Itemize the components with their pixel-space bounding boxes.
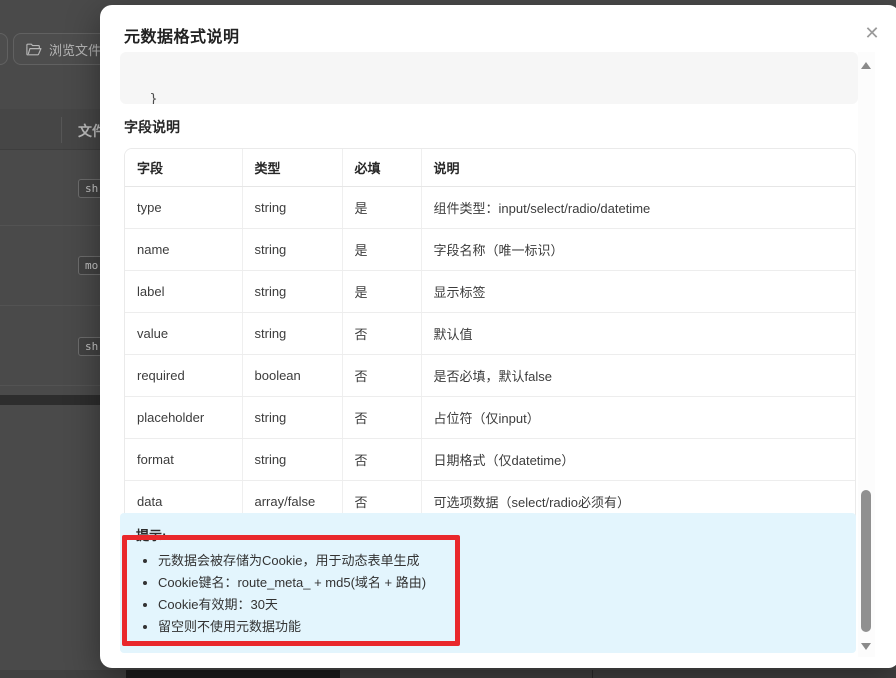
table-cell: string (242, 271, 342, 313)
table-cell: 默认值 (421, 313, 855, 355)
table-cell: 组件类型：input/select/radio/datetime (421, 187, 855, 229)
table-row: placeholderstring否占位符（仅input） (125, 397, 855, 439)
background-row-divider (0, 385, 102, 386)
table-cell: 否 (342, 355, 421, 397)
column-header-type: 类型 (242, 149, 342, 187)
field-spec-table: 字段 类型 必填 说明 typestring是组件类型：input/select… (124, 148, 856, 523)
tip-title: 提示: (136, 525, 840, 544)
tip-item: Cookie键名：route_meta_ + md5(域名 + 路由) (158, 575, 840, 590)
table-cell: placeholder (125, 397, 242, 439)
tip-item: 元数据会被存储为Cookie，用于动态表单生成 (158, 553, 840, 568)
close-button[interactable]: ✕ (858, 19, 886, 47)
table-row: typestring是组件类型：input/select/radio/datet… (125, 187, 855, 229)
table-cell: label (125, 271, 242, 313)
table-cell: 否 (342, 397, 421, 439)
scroll-down-icon[interactable] (861, 643, 871, 650)
scroll-up-icon[interactable] (861, 62, 871, 69)
table-cell: type (125, 187, 242, 229)
table-cell: 是 (342, 271, 421, 313)
table-cell: boolean (242, 355, 342, 397)
background-bottom-bar-divider (592, 670, 593, 678)
table-row: formatstring否日期格式（仅datetime） (125, 439, 855, 481)
table-cell: 是 (342, 229, 421, 271)
table-row: requiredboolean否是否必填，默认false (125, 355, 855, 397)
table-cell: string (242, 439, 342, 481)
table-cell: string (242, 397, 342, 439)
tip-box: 提示: 元数据会被存储为Cookie，用于动态表单生成 Cookie键名：rout… (120, 513, 856, 653)
scrollbar-thumb[interactable] (861, 490, 871, 632)
table-cell: string (242, 187, 342, 229)
table-cell: required (125, 355, 242, 397)
background-row-divider (0, 225, 102, 226)
table-cell: 占位符（仅input） (421, 397, 855, 439)
folder-icon (26, 43, 42, 56)
background-column-divider (61, 117, 62, 143)
code-block: } ] (120, 52, 858, 104)
close-icon: ✕ (864, 23, 879, 43)
background-row-divider (0, 305, 102, 306)
column-header-description: 说明 (421, 149, 855, 187)
spec-table-body: typestring是组件类型：input/select/radio/datet… (125, 187, 855, 523)
code-line: } (134, 90, 844, 104)
table-cell: format (125, 439, 242, 481)
table-cell: 显示标签 (421, 271, 855, 313)
table-cell: name (125, 229, 242, 271)
table-cell: 是否必填，默认false (421, 355, 855, 397)
modal-scrollbar[interactable] (858, 52, 875, 657)
background-section-divider (0, 395, 102, 405)
tip-item: 留空则不使用元数据功能 (158, 619, 840, 634)
column-header-required: 必填 (342, 149, 421, 187)
tip-list: 元数据会被存储为Cookie，用于动态表单生成 Cookie键名：route_me… (136, 553, 840, 634)
table-cell: value (125, 313, 242, 355)
tip-item: Cookie有效期：30天 (158, 597, 840, 612)
background-bottom-bar-segment (126, 670, 340, 678)
background-button-fragment (0, 33, 8, 65)
section-title-field-description: 字段说明 (124, 117, 180, 137)
browse-files-label: 浏览文件 (49, 40, 101, 59)
background-table-header: 文件 (0, 109, 102, 150)
table-cell: string (242, 313, 342, 355)
modal-title: 元数据格式说明 (124, 23, 240, 47)
table-cell: 字段名称（唯一标识） (421, 229, 855, 271)
table-cell: 是 (342, 187, 421, 229)
table-cell: 日期格式（仅datetime） (421, 439, 855, 481)
table-header-row: 字段 类型 必填 说明 (125, 149, 855, 187)
table-row: valuestring否默认值 (125, 313, 855, 355)
metadata-format-modal: 元数据格式说明 ✕ } ] 字段说明 字段 类型 必填 说明 typestrin… (100, 5, 896, 668)
table-cell: string (242, 229, 342, 271)
table-cell: 否 (342, 439, 421, 481)
column-header-field: 字段 (125, 149, 242, 187)
table-row: namestring是字段名称（唯一标识） (125, 229, 855, 271)
table-row: labelstring是显示标签 (125, 271, 855, 313)
table-cell: 否 (342, 313, 421, 355)
